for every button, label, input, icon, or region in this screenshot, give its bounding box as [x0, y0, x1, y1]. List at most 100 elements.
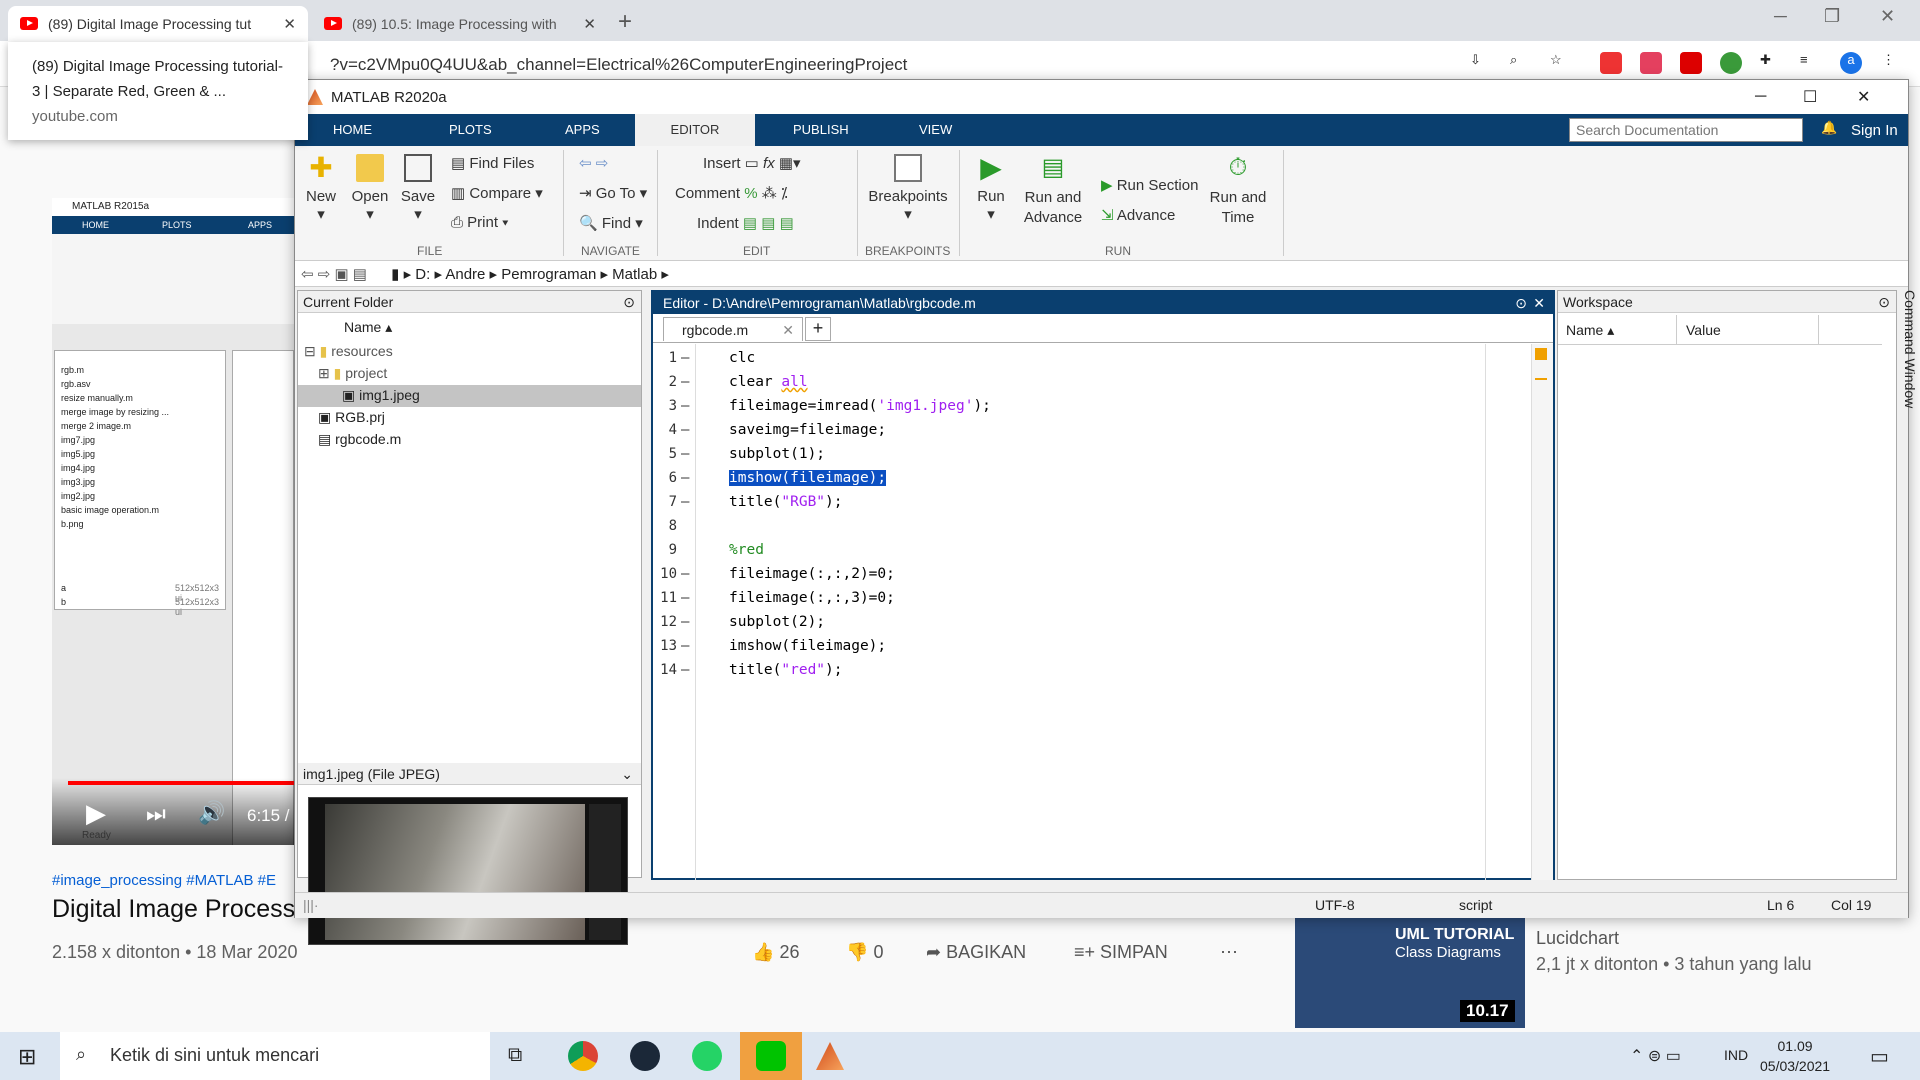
- add-tab-button[interactable]: +: [805, 317, 831, 341]
- close-editor-icon[interactable]: ✕: [1533, 295, 1545, 312]
- path-segment[interactable]: Pemrograman: [501, 266, 596, 283]
- browser-tab-active[interactable]: (89) Digital Image Processing tut ✕: [8, 6, 308, 41]
- extension-icon[interactable]: [1720, 52, 1742, 74]
- new-tab-button[interactable]: +: [618, 8, 632, 36]
- run-and-time-button[interactable]: ⏱ Run and Time: [1207, 154, 1269, 228]
- advance-button[interactable]: ⇲ Advance: [1101, 206, 1175, 224]
- tab-publish[interactable]: PUBLISH: [773, 114, 869, 146]
- tray-icons[interactable]: ⌃ ⊜ ▭: [1630, 1046, 1681, 1066]
- code-line[interactable]: saveimg=fileimage;: [729, 422, 886, 438]
- goto-button[interactable]: ⇥ Go To ▾: [579, 184, 647, 202]
- close-icon[interactable]: ✕: [1857, 87, 1870, 107]
- code-line[interactable]: subplot(2);: [729, 614, 825, 630]
- clock[interactable]: 01.09 05/03/2021: [1760, 1036, 1830, 1076]
- path-segment[interactable]: Matlab: [612, 266, 657, 283]
- tab-plots[interactable]: PLOTS: [429, 114, 512, 146]
- progress-bar[interactable]: [68, 781, 294, 785]
- sign-in-link[interactable]: Sign In: [1851, 122, 1898, 139]
- extension-icon[interactable]: [1640, 52, 1662, 74]
- tab-editor[interactable]: EDITOR: [635, 114, 755, 146]
- panel-menu-icon[interactable]: ⊙: [623, 294, 635, 311]
- new-button[interactable]: ✚ New ▾: [301, 154, 341, 224]
- comment-button[interactable]: Comment % ⁂ ⁒: [675, 184, 788, 202]
- avatar[interactable]: a: [1840, 52, 1862, 74]
- dislike-button[interactable]: 👎 0: [846, 942, 883, 963]
- video-player[interactable]: MATLAB R2015a HOME PLOTS APPS rgb.m rgb.…: [52, 198, 294, 845]
- minimize-icon[interactable]: ─: [1774, 6, 1787, 27]
- notification-icon[interactable]: ▭: [1870, 1044, 1889, 1069]
- column-header-name[interactable]: Name ▴: [344, 319, 392, 336]
- column-header-value[interactable]: Value: [1686, 322, 1721, 338]
- steam-icon[interactable]: [630, 1041, 660, 1071]
- next-icon[interactable]: ⏭: [146, 801, 166, 827]
- code-line[interactable]: subplot(1);: [729, 446, 825, 462]
- pdf-extension-icon[interactable]: [1680, 52, 1702, 74]
- tree-row[interactable]: ▣ RGB.prj: [318, 409, 385, 426]
- command-window-tab[interactable]: Command Window: [1898, 290, 1918, 430]
- nav-arrows-icon[interactable]: ⇦ ⇨ ▣ ▤: [301, 266, 367, 283]
- star-icon[interactable]: ☆: [1550, 52, 1572, 74]
- close-tab-icon[interactable]: ✕: [583, 15, 596, 33]
- path-segment[interactable]: D:: [415, 266, 430, 283]
- editor-scrollbar[interactable]: [1531, 344, 1553, 880]
- language-indicator[interactable]: IND: [1724, 1047, 1748, 1063]
- tree-row-selected[interactable]: ▣ img1.jpeg: [298, 385, 641, 407]
- channel-name[interactable]: Lucidchart: [1536, 928, 1619, 949]
- windows-start-icon[interactable]: ⊞: [18, 1044, 36, 1070]
- panel-menu-icon[interactable]: ⊙: [1515, 295, 1527, 312]
- editor-file-tab[interactable]: rgbcode.m ✕: [663, 317, 803, 341]
- task-view-icon[interactable]: ⧉: [508, 1044, 522, 1067]
- compare-button[interactable]: ▥ Compare ▾: [451, 184, 543, 202]
- play-icon[interactable]: ▶: [86, 798, 106, 829]
- volume-icon[interactable]: 🔊: [198, 800, 225, 826]
- search-documentation-input[interactable]: Search Documentation: [1569, 118, 1803, 142]
- insert-button[interactable]: Insert ▭ fx ▦▾: [703, 154, 801, 172]
- panel-menu-icon[interactable]: ⊙: [1878, 294, 1890, 311]
- tree-row[interactable]: ⊞ ▮ project: [318, 365, 387, 382]
- run-and-advance-button[interactable]: ▤ Run and Advance: [1021, 154, 1085, 228]
- find-files-button[interactable]: ▤ Find Files: [451, 154, 534, 172]
- tree-row[interactable]: ⊟ ▮ resources: [304, 343, 393, 360]
- find-button[interactable]: 🔍 Find ▾: [579, 214, 643, 232]
- zoom-icon[interactable]: ⌕: [1510, 52, 1532, 74]
- code-line[interactable]: clear all: [729, 374, 808, 390]
- column-header-name[interactable]: Name ▴: [1566, 322, 1614, 339]
- tab-home[interactable]: HOME: [313, 114, 392, 146]
- code-line[interactable]: clc: [729, 350, 755, 366]
- tab-apps[interactable]: APPS: [545, 114, 620, 146]
- taskbar-active-app[interactable]: [740, 1032, 802, 1080]
- run-button[interactable]: ▶ Run ▾: [969, 154, 1013, 224]
- print-button[interactable]: ⎙ Print ▾: [451, 214, 508, 231]
- bell-icon[interactable]: 🔔: [1821, 120, 1837, 136]
- maximize-icon[interactable]: ☐: [1803, 87, 1817, 107]
- save-button[interactable]: ≡+ SIMPAN: [1074, 942, 1168, 963]
- indent-button[interactable]: Indent ▤ ▤ ▤: [697, 214, 794, 232]
- share-button[interactable]: ➦ BAGIKAN: [926, 942, 1026, 963]
- matlab-icon[interactable]: [816, 1042, 844, 1070]
- install-icon[interactable]: ⇩: [1470, 52, 1492, 74]
- address-path-bar[interactable]: ⇦ ⇨ ▣ ▤ ▮ ▸ D: ▸ Andre ▸ Pemrograman ▸ M…: [295, 261, 1908, 287]
- video-hashtags[interactable]: #image_processing #MATLAB #E: [52, 872, 276, 889]
- code-line[interactable]: fileimage(:,:,3)=0;: [729, 590, 895, 606]
- warning-marker[interactable]: [1535, 378, 1547, 380]
- code-line-selected[interactable]: imshow(fileimage);: [729, 470, 887, 486]
- more-icon[interactable]: ⋯: [1220, 942, 1238, 963]
- chrome-icon[interactable]: [568, 1041, 598, 1071]
- close-tab-icon[interactable]: ✕: [283, 15, 296, 33]
- minimize-icon[interactable]: ─: [1755, 88, 1766, 106]
- url-text[interactable]: ?v=c2VMpu0Q4UU&ab_channel=Electrical%26C…: [330, 55, 907, 75]
- puzzle-icon[interactable]: ✚: [1760, 52, 1782, 74]
- code-line[interactable]: imshow(fileimage);: [729, 638, 886, 654]
- code-line[interactable]: title("RGB");: [729, 494, 843, 510]
- taskbar-search-input[interactable]: ⌕ Ketik di sini untuk mencari: [60, 1032, 490, 1080]
- whatsapp-icon[interactable]: [692, 1041, 722, 1071]
- run-section-button[interactable]: ▶ Run Section: [1101, 176, 1198, 194]
- maximize-icon[interactable]: ❐: [1824, 6, 1840, 27]
- menu-icon[interactable]: ⋮: [1882, 52, 1904, 74]
- extension-icon[interactable]: [1600, 52, 1622, 74]
- back-forward-icons[interactable]: ⇦ ⇨: [579, 154, 608, 172]
- like-button[interactable]: 👍 26: [752, 942, 799, 963]
- tree-row[interactable]: ▤ rgbcode.m: [318, 431, 401, 448]
- close-tab-icon[interactable]: ✕: [782, 322, 794, 339]
- browser-tab[interactable]: (89) 10.5: Image Processing with ✕: [312, 6, 608, 41]
